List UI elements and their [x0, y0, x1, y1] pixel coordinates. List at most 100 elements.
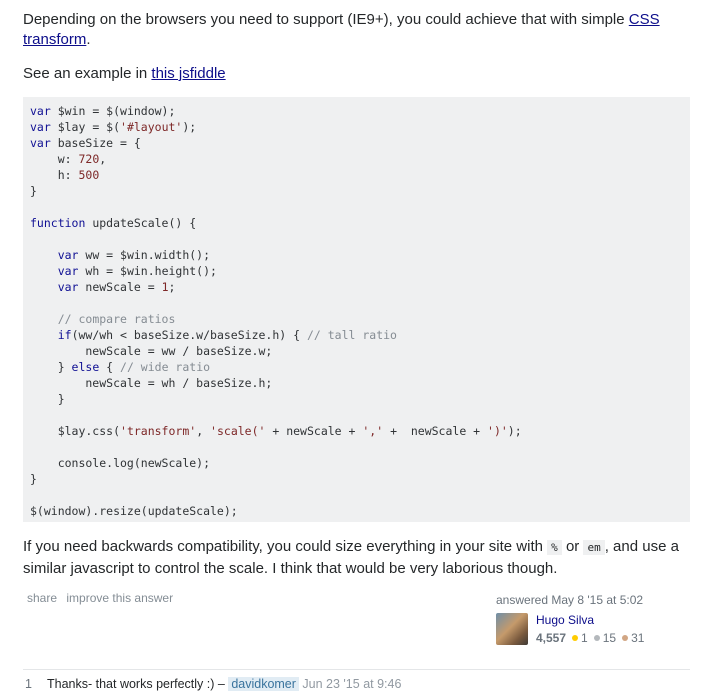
- user-name-link[interactable]: Hugo Silva: [536, 613, 594, 627]
- comments-list: 1 Thanks- that works perfectly :) – davi…: [23, 669, 690, 694]
- code-line: var $win = $(window);: [30, 104, 175, 118]
- comment-date[interactable]: Jun 23 '15 at 9:46: [302, 677, 401, 691]
- intro-text: Depending on the browsers you need to su…: [23, 11, 629, 28]
- gold-badge-count: 1: [581, 631, 588, 645]
- compat-text-1: If you need backwards compatibility, you…: [23, 538, 548, 555]
- code-token: 'scale(': [210, 424, 266, 438]
- code-line: var newScale = 1;: [30, 280, 176, 294]
- code-token: if: [57, 328, 72, 342]
- bronze-badge-icon: [622, 635, 629, 642]
- code-line: function updateScale() {: [30, 216, 196, 230]
- code-token: }: [30, 184, 37, 198]
- code-line: if(ww/wh < baseSize.w/baseSize.h) { // t…: [30, 328, 397, 342]
- percent-code: %: [547, 540, 562, 555]
- compatibility-paragraph: If you need backwards compatibility, you…: [23, 537, 693, 579]
- code-token: ww = $win.width();: [78, 248, 211, 262]
- reputation-score: 4,557: [536, 631, 567, 645]
- code-token: updateScale() {: [85, 216, 197, 230]
- code-line: h: 500: [30, 168, 100, 182]
- code-token: w:: [30, 152, 79, 166]
- comment-user-link[interactable]: davidkomer: [228, 677, 299, 691]
- code-token: (ww/wh < baseSize.w/baseSize.h) {: [71, 328, 307, 342]
- code-token: + newScale +: [383, 424, 488, 438]
- code-token: 500: [78, 168, 100, 182]
- code-token: 'transform': [120, 424, 197, 438]
- comment-text: Thanks- that works perfectly :) –: [47, 677, 229, 691]
- answer-intro-paragraph: Depending on the browsers you need to su…: [23, 10, 693, 50]
- code-token: ',': [362, 424, 384, 438]
- code-token: // wide ratio: [120, 360, 211, 374]
- silver-badge-count: 15: [602, 631, 617, 645]
- user-signature: answered May 8 '15 at 5:02 Hugo Silva 4,…: [496, 593, 686, 645]
- code-token: // tall ratio: [306, 328, 397, 342]
- share-link[interactable]: share: [27, 591, 57, 605]
- code-token: $lay.css(: [30, 424, 121, 438]
- code-token: );: [182, 120, 197, 134]
- code-line: var $lay = $('#layout');: [30, 120, 196, 134]
- code-token: var: [30, 136, 51, 150]
- code-token: ,: [99, 152, 107, 166]
- code-token: else: [71, 360, 100, 374]
- code-token: ,: [196, 424, 211, 438]
- code-token: }: [30, 472, 37, 486]
- improve-answer-link[interactable]: improve this answer: [66, 591, 173, 605]
- code-line: w: 720,: [30, 152, 107, 166]
- code-line: newScale = wh / baseSize.h;: [30, 376, 272, 390]
- code-line: }: [30, 472, 37, 486]
- code-token: $win = $(window);: [50, 104, 176, 118]
- code-token: var: [30, 120, 51, 134]
- jsfiddle-link[interactable]: this jsfiddle: [151, 65, 225, 82]
- code-token: h:: [30, 168, 79, 182]
- silver-badge-icon: [593, 635, 600, 642]
- code-token: var: [30, 104, 51, 118]
- code-token: 1: [161, 280, 169, 294]
- code-line: console.log(newScale);: [30, 456, 210, 470]
- code-line: var wh = $win.height();: [30, 264, 217, 278]
- em-code: em: [583, 540, 605, 555]
- intro-text-end: .: [86, 31, 91, 48]
- code-line: }: [30, 392, 65, 406]
- gold-badge-icon: [572, 635, 579, 642]
- code-line: $lay.css('transform', 'scale(' + newScal…: [30, 424, 522, 438]
- example-paragraph: See an example in this jsfiddle: [23, 64, 693, 84]
- code-token: $(window).resize(updateScale);: [30, 504, 238, 518]
- code-line: // compare ratios: [30, 312, 176, 326]
- code-token: newScale = wh / baseSize.h;: [30, 376, 273, 390]
- code-line: $(window).resize(updateScale);: [30, 504, 238, 518]
- code-line: var ww = $win.width();: [30, 248, 210, 262]
- code-token: newScale =: [78, 280, 162, 294]
- code-token: }: [30, 392, 65, 406]
- avatar[interactable]: [496, 613, 528, 645]
- code-token: ')': [487, 424, 508, 438]
- code-token: // compare ratios: [57, 312, 176, 326]
- code-token: {: [99, 360, 121, 374]
- code-token: var: [57, 280, 79, 294]
- answered-time: answered May 8 '15 at 5:02: [496, 593, 644, 607]
- code-token: var: [57, 248, 79, 262]
- post-menu: share improve this answer: [27, 591, 179, 605]
- code-token: 720: [78, 152, 100, 166]
- code-token: );: [507, 424, 522, 438]
- comment-score: 1: [25, 677, 32, 691]
- compat-text-2: or: [561, 538, 584, 555]
- code-token: newScale = ww / baseSize.w;: [30, 344, 273, 358]
- code-token: $lay = $(: [50, 120, 121, 134]
- bronze-badge-count: 31: [631, 631, 645, 645]
- code-token: function: [30, 216, 86, 230]
- code-line: } else { // wide ratio: [30, 360, 210, 374]
- comment: 1 Thanks- that works perfectly :) – davi…: [23, 670, 690, 694]
- code-block: var $win = $(window); var $lay = $('#lay…: [23, 97, 690, 522]
- comment-body: Thanks- that works perfectly :) – davidk…: [47, 677, 401, 691]
- example-text: See an example in: [23, 65, 152, 82]
- code-token: baseSize = {: [50, 136, 141, 150]
- code-token: '#layout': [120, 120, 183, 134]
- code-token: wh = $win.height();: [78, 264, 217, 278]
- code-token: + newScale +: [265, 424, 363, 438]
- code-token: }: [30, 360, 72, 374]
- code-line: newScale = ww / baseSize.w;: [30, 344, 272, 358]
